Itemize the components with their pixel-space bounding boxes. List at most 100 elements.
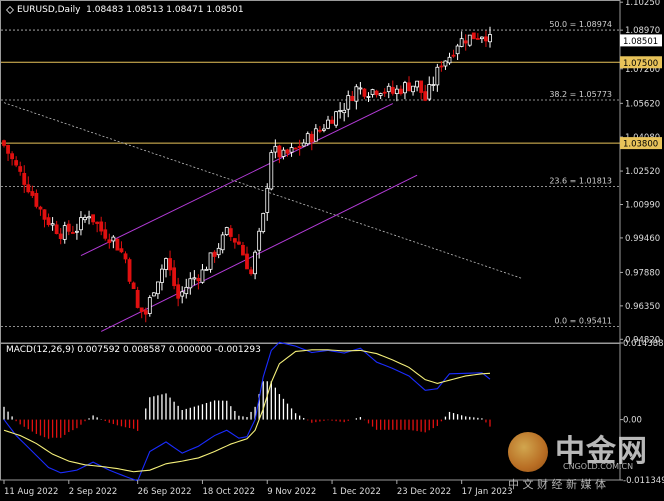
candle-body [123,253,128,260]
candle-body [394,88,399,95]
channel-line [80,103,394,257]
signal-line [3,349,491,473]
level-price-tag-label: 1.03800 [623,140,658,150]
fibonacci-level-label: 0.0 = 0.95411 [554,316,612,325]
candle-body [91,214,95,223]
price-pane: 50.0 = 1.08974 38.2 = 1.05773 23.6 = 1.018… [0,0,621,344]
candle-body [83,216,87,221]
candle-body [281,149,286,157]
fibonacci-level-label: 50.0 = 1.08974 [549,20,612,29]
time-tick-label: 9 Nov 2022 [267,487,316,497]
candle-body [313,128,318,142]
chart-header: EURUSD,Daily 1.08483 1.08513 1.08471 1.0… [6,5,244,15]
time-tick-label: 26 Sep 2022 [138,487,192,497]
candle-body [18,166,23,172]
candle-body [188,278,193,289]
price-tick-label: 1.00990 [625,200,660,210]
candle-body [87,216,91,219]
candle-body [273,145,278,153]
candle-body [143,310,148,315]
candle-body [75,230,79,233]
candle-body [151,292,156,297]
candle-body [326,119,330,129]
candle-body [168,258,172,271]
candle-body [471,32,476,40]
ohlc-values: 1.08483 1.08513 1.08471 1.08501 [86,5,244,15]
candle-body [322,128,326,131]
time-tick-label: 2 Sep 2022 [69,487,117,497]
candle-body [46,217,51,226]
candle-body [111,236,116,242]
candle-body [14,160,19,166]
time-tick-label: 23 Dec 2022 [397,487,451,497]
candle-body [131,282,136,289]
candle-body [435,66,440,86]
candle-body [200,269,205,283]
candle-body [354,86,359,102]
symbol-marker-icon [6,5,14,14]
candle-body [419,80,424,93]
macd-header: MACD(12,26,9) 0.007592 0.008587 0.000000… [6,345,261,355]
candle-body [2,140,6,146]
candle-body [407,82,411,92]
symbol-label: EURUSD,Daily [17,5,81,15]
candle-body [99,221,104,232]
price-tick-label: 1.10250 [625,0,660,8]
candle-body [362,88,367,97]
candle-body [253,251,258,275]
candle-body [484,36,488,42]
candle-body [6,144,10,154]
watermark-slogan: 中 文 财 经 新 媒 体 [508,478,606,491]
price-tick-label: 0.97880 [625,268,660,278]
candle-body [257,230,262,251]
candle-body [455,45,460,55]
candle-body [411,85,415,93]
candle-body [479,36,484,40]
candle-body [330,119,334,124]
candle-body [382,91,387,94]
candle-body [475,38,480,40]
level-price-tag-label: 1.07500 [623,59,658,69]
candle-body [184,286,189,295]
candle-body [228,228,233,237]
watermark-url: CNGOLD.COM.CN [563,462,634,471]
time-axis: 11 Aug 2022 2 Sep 2022 26 Sep 2022 18 Oct 2… [3,480,513,497]
candle-body [447,56,452,64]
candle-body [95,221,100,224]
candle-body [10,153,15,160]
time-tick-label: 1 Dec 2022 [332,487,381,497]
candle-body [317,129,322,132]
candle-body [386,85,391,93]
candle-body [431,84,436,86]
candle-body [220,234,225,251]
candle-body [346,95,351,110]
candle-body [172,267,177,287]
candle-body [459,38,464,47]
candle-body [390,86,395,94]
candle-body [305,133,310,145]
time-tick-label: 17 Jan 2023 [462,487,513,497]
candle-body [403,82,407,94]
fibonacci-level-label: 38.2 = 1.05773 [549,90,612,99]
candle-body [208,252,213,270]
candle-body [127,259,132,282]
candle-body [42,209,47,220]
candle-body [58,233,63,240]
price-axis: 1.102501.089701.072001.056201.040801.025… [620,0,664,486]
candle-body [135,289,140,308]
candle-body [249,269,253,275]
candle-body [261,213,266,233]
candle-body [212,251,217,257]
candle-body [26,184,31,193]
current-price-tag-label: 1.08501 [623,37,658,47]
candle-body [119,248,124,253]
candle-body [334,111,339,126]
price-tick-label: 0.96350 [625,302,660,312]
candle-body [451,54,456,57]
candle-body [180,291,185,297]
candle-body [366,96,371,98]
candle-body [103,229,108,239]
candle-body [139,307,144,313]
candle-body [155,281,160,295]
candle-body [160,268,164,283]
